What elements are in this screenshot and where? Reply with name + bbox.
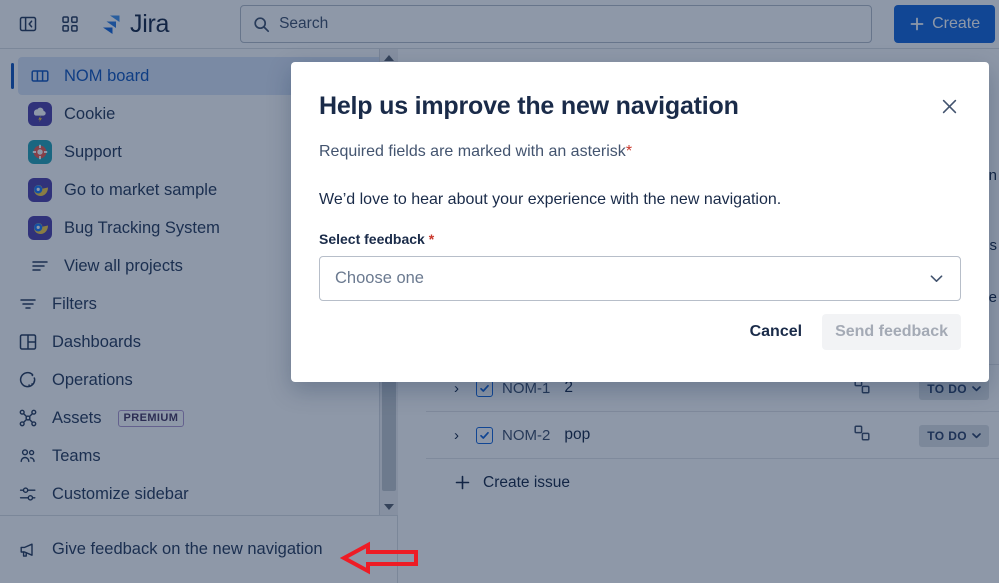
select-feedback-label-text: Select feedback xyxy=(319,231,425,247)
cancel-button[interactable]: Cancel xyxy=(738,315,814,349)
send-feedback-button[interactable]: Send feedback xyxy=(822,314,961,350)
screen-root: Jira Search Create NOM board Cookie Supp… xyxy=(0,0,999,583)
modal-title: Help us improve the new navigation xyxy=(319,92,739,120)
required-fields-note: Required fields are marked with an aster… xyxy=(319,143,961,161)
modal-action-buttons: Cancel Send feedback xyxy=(738,314,961,350)
left-arrow-annotation xyxy=(339,540,420,576)
required-asterisk: * xyxy=(625,143,633,160)
select-feedback-dropdown[interactable]: Choose one xyxy=(319,256,961,301)
required-note-text: Required fields are marked with an aster… xyxy=(319,143,626,160)
modal-description: We’d love to hear about your experience … xyxy=(319,191,782,208)
chevron-down-icon xyxy=(930,275,943,282)
close-icon[interactable] xyxy=(935,92,963,120)
select-feedback-label: Select feedback * xyxy=(319,231,961,247)
select-placeholder: Choose one xyxy=(335,269,424,287)
feedback-modal: Help us improve the new navigation Requi… xyxy=(291,62,989,382)
field-required-asterisk: * xyxy=(428,231,435,247)
